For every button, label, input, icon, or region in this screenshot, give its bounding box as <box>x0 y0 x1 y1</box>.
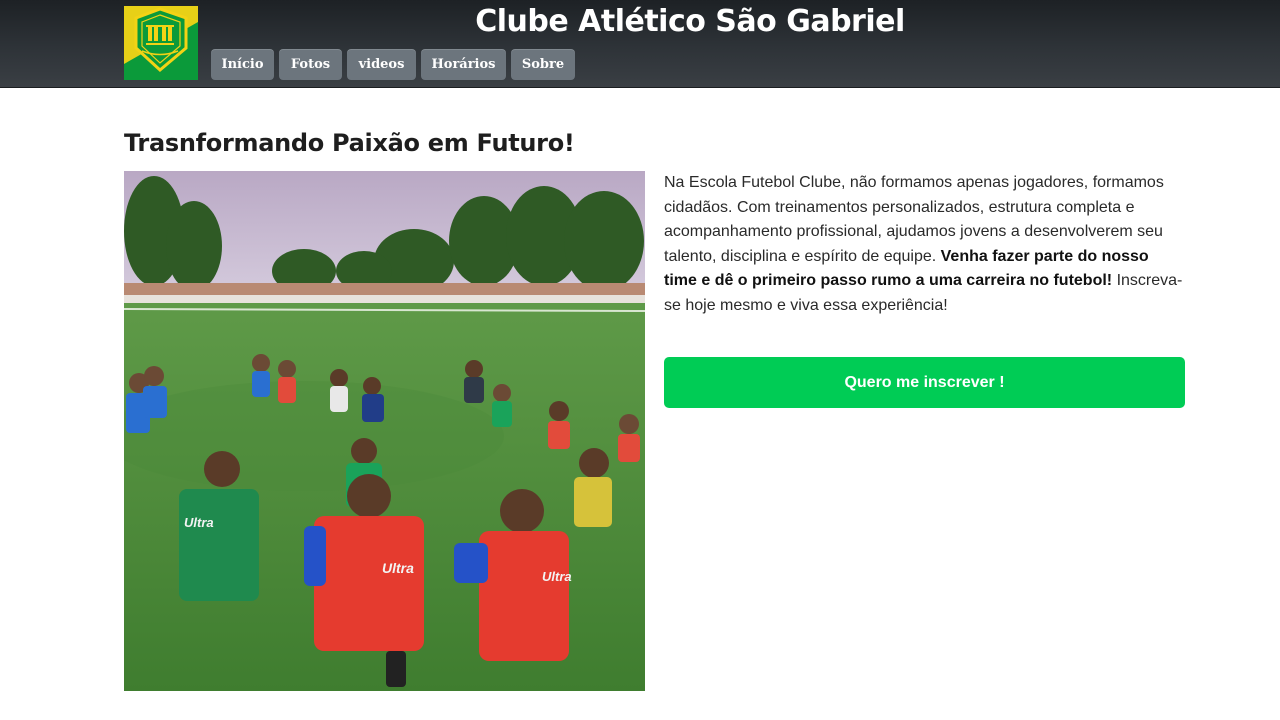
page-headline: Trasnformando Paixão em Futuro! <box>124 129 575 157</box>
nav-horarios[interactable]: Horários <box>421 49 506 80</box>
site-header: Clube Atlético São Gabriel Início Fotos … <box>0 0 1280 88</box>
svg-text:Ultra: Ultra <box>184 515 214 530</box>
main-nav: Início Fotos videos Horários Sobre <box>211 49 575 80</box>
club-logo[interactable] <box>124 6 198 80</box>
team-photo: Ultra Ultra Ultra <box>124 171 645 691</box>
club-crest-icon <box>124 6 198 80</box>
nav-fotos[interactable]: Fotos <box>279 49 342 80</box>
nav-inicio[interactable]: Início <box>211 49 274 80</box>
svg-text:Ultra: Ultra <box>382 560 414 576</box>
youth-team-image: Ultra Ultra Ultra <box>124 171 645 691</box>
site-title: Clube Atlético São Gabriel <box>475 4 905 39</box>
svg-text:Ultra: Ultra <box>542 569 572 584</box>
signup-button[interactable]: Quero me inscrever ! <box>664 357 1185 408</box>
nav-sobre[interactable]: Sobre <box>511 49 575 80</box>
nav-videos[interactable]: videos <box>347 49 416 80</box>
intro-paragraph: Na Escola Futebol Clube, não formamos ap… <box>664 171 1184 318</box>
